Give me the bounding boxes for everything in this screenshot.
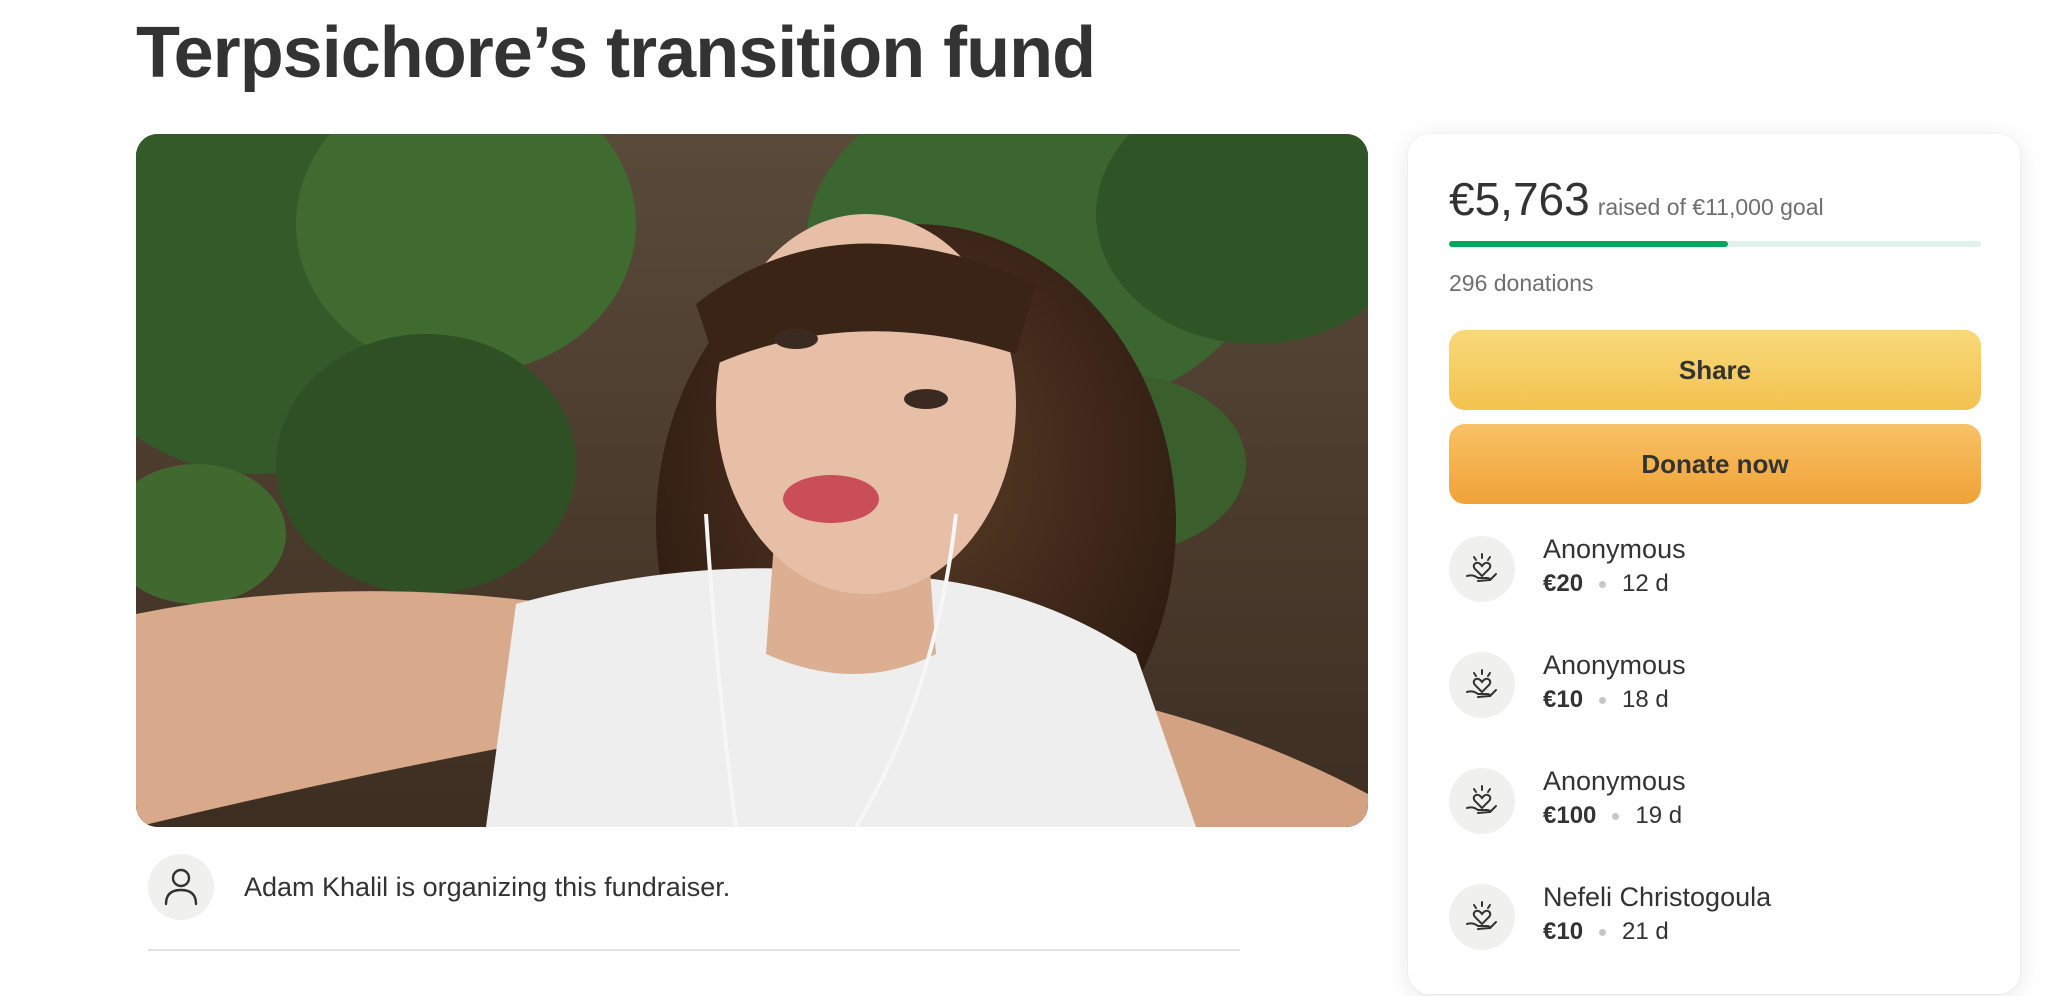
goal-text: raised of €11,000 goal xyxy=(1597,194,1824,220)
hand-heart-icon xyxy=(1449,884,1515,950)
hand-heart-icon xyxy=(1449,536,1515,602)
donor-name: Anonymous xyxy=(1543,534,1686,564)
person-icon xyxy=(148,854,214,920)
donation-age: 18 d xyxy=(1622,686,1669,713)
donation-sidebar: €5,763 raised of €11,000 goal 296 donati… xyxy=(1408,134,2020,994)
donation-age: 21 d xyxy=(1622,918,1669,945)
donation-item: Anonymous €100 19 d xyxy=(1449,764,1989,880)
page-title: Terpsichore’s transition fund xyxy=(136,13,1096,93)
donation-count: 296 donations xyxy=(1449,270,1594,296)
donor-name: Nefeli Christogoula xyxy=(1543,882,1772,912)
donation-list: Anonymous €20 12 d Anonymous €10 18 d An… xyxy=(1449,532,1989,996)
campaign-hero-image xyxy=(136,134,1368,827)
donation-age: 19 d xyxy=(1635,802,1683,829)
donation-item: Anonymous €20 12 d xyxy=(1449,532,1989,648)
progress-bar xyxy=(1449,241,1981,247)
donation-amount: €20 xyxy=(1543,570,1584,597)
hand-heart-icon xyxy=(1449,768,1515,834)
hand-heart-icon xyxy=(1449,652,1515,718)
divider xyxy=(148,949,1240,951)
separator-dot xyxy=(1599,580,1607,588)
amount-raised: €5,763 xyxy=(1449,173,1590,225)
donation-amount: €10 xyxy=(1543,686,1584,713)
organizer-row: Adam Khalil is organizing this fundraise… xyxy=(148,854,730,920)
donation-amount: €100 xyxy=(1543,802,1597,829)
donation-item: Anonymous €10 18 d xyxy=(1449,648,1989,764)
amount-summary: €5,763 raised of €11,000 goal xyxy=(1449,172,1824,226)
donation-age: 12 d xyxy=(1622,570,1669,597)
organizer-text: Adam Khalil is organizing this fundraise… xyxy=(244,871,731,902)
donor-name: Anonymous xyxy=(1543,650,1686,680)
share-button[interactable]: Share xyxy=(1449,330,1981,410)
donation-item: Nefeli Christogoula €10 21 d xyxy=(1449,880,1989,996)
donor-name: Anonymous xyxy=(1543,766,1686,796)
donate-now-button[interactable]: Donate now xyxy=(1449,424,1981,504)
separator-dot xyxy=(1612,812,1620,820)
separator-dot xyxy=(1599,928,1607,936)
separator-dot xyxy=(1599,696,1607,704)
donation-amount: €10 xyxy=(1543,918,1584,945)
progress-fill xyxy=(1449,241,1728,247)
